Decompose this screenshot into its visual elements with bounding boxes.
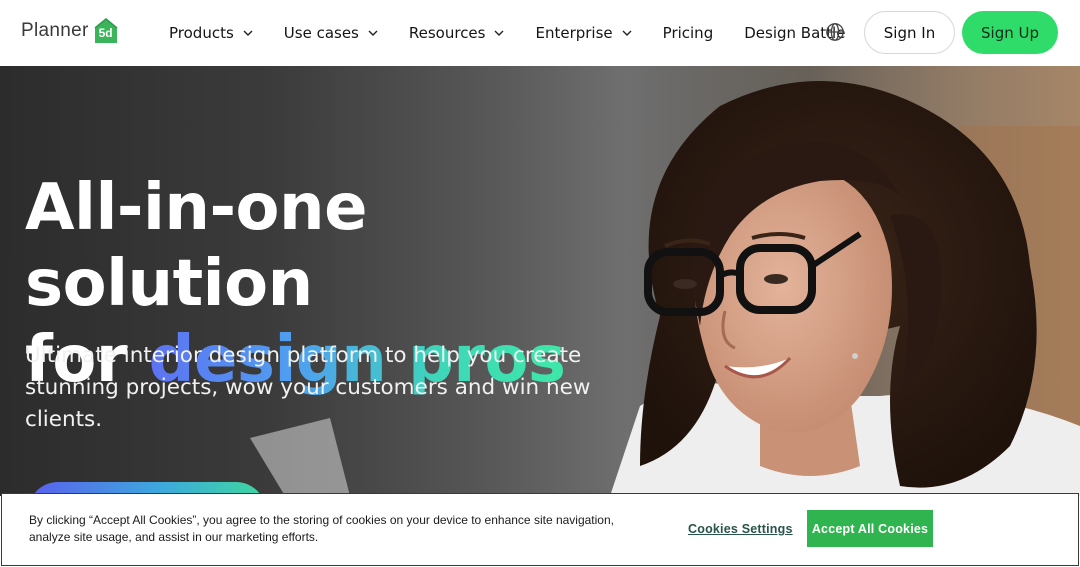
nav-products[interactable]: Products (169, 24, 253, 42)
logo-wordmark: Planner (21, 19, 89, 41)
globe-icon[interactable] (825, 22, 845, 42)
logo-house-icon: 5d (93, 17, 119, 44)
hero-section: All-in-one solution for design pros Ulti… (0, 66, 1080, 496)
nav-pricing-label: Pricing (662, 24, 714, 42)
nav-resources-label: Resources (408, 24, 486, 42)
site-header: Planner 5d Products Use cases Resources … (0, 0, 1080, 66)
nav-enterprise[interactable]: Enterprise (535, 24, 632, 42)
nav-products-label: Products (169, 24, 234, 42)
hero-title-line1: All-in-one solution (25, 171, 367, 321)
logo-badge-text: 5d (98, 26, 113, 40)
cookies-settings-link[interactable]: Cookies Settings (688, 522, 793, 536)
chevron-down-icon (494, 30, 504, 36)
chevron-down-icon (243, 30, 253, 36)
main-nav: Products Use cases Resources Enterprise … (169, 0, 876, 66)
chevron-down-icon (368, 30, 378, 36)
nav-pricing[interactable]: Pricing (663, 24, 714, 42)
planner5d-logo[interactable]: Planner 5d (21, 17, 119, 44)
accept-all-cookies-button[interactable]: Accept All Cookies (807, 510, 933, 547)
nav-use-cases[interactable]: Use cases (284, 24, 378, 42)
cookie-consent-banner: By clicking “Accept All Cookies”, you ag… (1, 493, 1079, 566)
hero-subtitle: Ultimate interior design platform to hel… (25, 343, 591, 432)
nav-resources[interactable]: Resources (409, 24, 505, 42)
nav-enterprise-label: Enterprise (535, 24, 613, 42)
sign-in-button[interactable]: Sign In (864, 11, 955, 54)
chevron-down-icon (622, 30, 632, 36)
sign-up-button[interactable]: Sign Up (962, 11, 1058, 54)
cookie-consent-text: By clicking “Accept All Cookies”, you ag… (29, 513, 614, 544)
nav-use-cases-label: Use cases (283, 24, 359, 42)
